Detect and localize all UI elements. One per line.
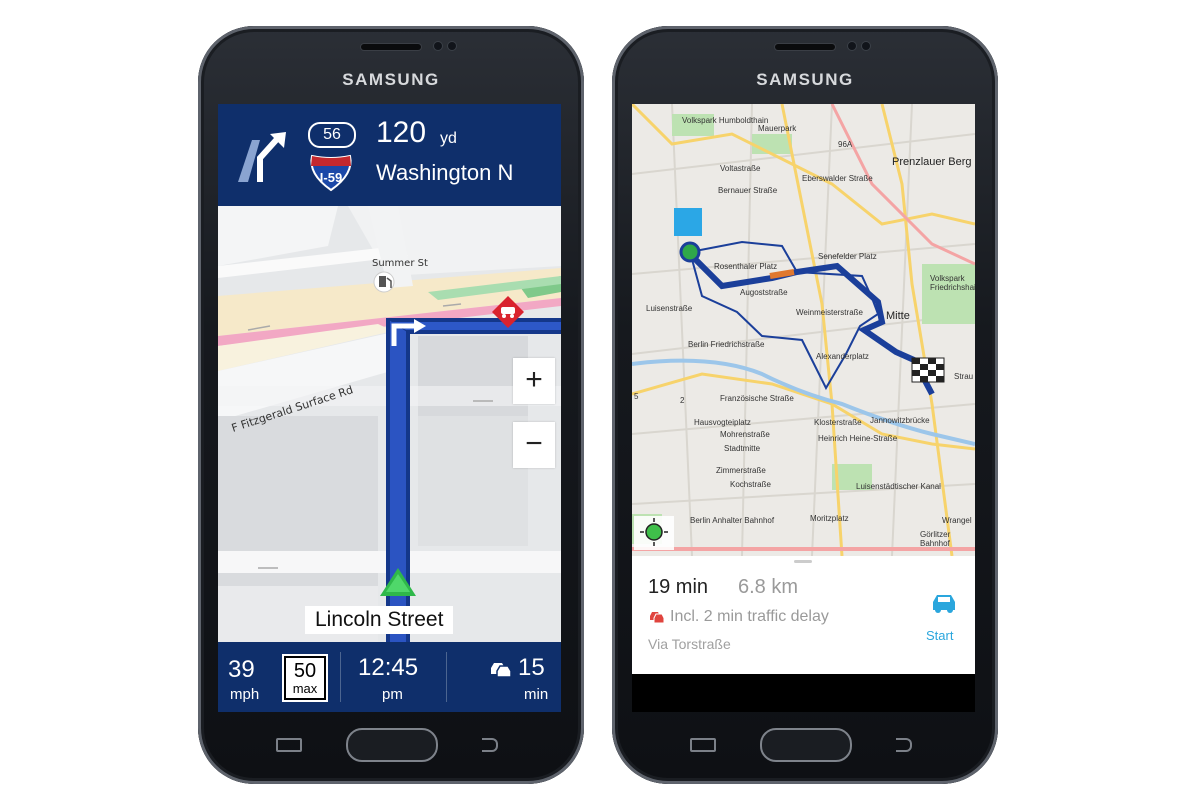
distance-unit: yd: [440, 130, 457, 147]
map-label: Berlin Friedrichstraße: [688, 340, 765, 349]
remaining-time-unit: min: [524, 686, 549, 703]
recent-apps-key[interactable]: [276, 738, 302, 752]
map-label: Mohrenstraße: [720, 430, 770, 439]
sheet-handle[interactable]: [794, 560, 812, 563]
start-marker-icon: [679, 241, 701, 263]
map-label: Senefelder Platz: [818, 252, 877, 261]
zoom-in-button[interactable]: +: [513, 358, 555, 404]
screen-bottom-bar: [632, 674, 975, 712]
map-label: Luisenstraße: [646, 304, 693, 313]
start-button[interactable]: Start: [926, 628, 953, 643]
map-label: Volkspark Humboldthain: [682, 116, 769, 125]
gas-station-icon: [373, 271, 395, 293]
map-label: Zimmerstraße: [716, 466, 766, 475]
zoom-out-button[interactable]: −: [513, 422, 555, 468]
current-speed: 39: [228, 656, 255, 683]
map-label: Moritzplatz: [810, 514, 849, 523]
stats-divider: [340, 652, 341, 702]
map-label: Voltastraße: [720, 164, 761, 173]
route-distance: 6.8 km: [738, 576, 799, 598]
home-button[interactable]: [760, 728, 852, 762]
speed-limit-value: 50: [293, 660, 317, 682]
arrival-clock: 12:45: [358, 654, 419, 681]
navigation-screen: 56 I-59 120 yd Washington N F Fitzgerald…: [218, 104, 561, 712]
turn-slight-left-icon: [238, 132, 286, 182]
map-label: Französische Straße: [720, 394, 794, 403]
map-label: Strau: [954, 372, 974, 381]
earpiece-speaker: [775, 44, 835, 50]
map-label: Bernauer Straße: [718, 186, 778, 195]
arrival-clock-unit: pm: [382, 686, 403, 703]
speed-unit: mph: [230, 686, 260, 703]
map-label: Mauerpark: [758, 124, 797, 133]
route-shield-56: 56: [308, 122, 356, 148]
traffic-car-icon: [491, 663, 512, 678]
start-pin-icon: [674, 208, 702, 236]
distance-value: 120: [376, 116, 427, 149]
phone-navigation: SAMSUNG 56 I-59 120 yd Washington N F Fi…: [198, 26, 584, 784]
next-street: Washington N: [376, 160, 514, 185]
remaining-time: 15: [518, 654, 545, 681]
proximity-sensor: [448, 42, 456, 50]
recent-apps-key[interactable]: [690, 738, 716, 752]
stats-divider: [446, 652, 447, 702]
map-label: Berlin Anhalter Bahnhof: [690, 516, 775, 525]
proximity-sensor: [862, 42, 870, 50]
map-label: 96A: [838, 140, 853, 149]
destination-flag-icon: [911, 357, 945, 383]
speed-limit-sign: 50 max: [284, 656, 326, 700]
route-duration: 19 min: [648, 576, 709, 598]
car-icon[interactable]: [930, 592, 958, 614]
map-label: Görlitzer Bahnhof: [920, 530, 951, 548]
map-label: Wrangel: [942, 516, 972, 525]
current-street-label: Lincoln Street: [305, 606, 454, 634]
front-camera: [848, 42, 856, 50]
back-key[interactable]: [482, 738, 498, 752]
map-label: Weinmeisterstraße: [796, 308, 863, 317]
map-label: Stadtmitte: [724, 444, 761, 453]
map-label: Augoststraße: [740, 288, 788, 297]
traffic-delay-text: Incl. 2 min traffic delay: [670, 608, 829, 625]
map-label: Heinrich Heine-Straße: [818, 434, 898, 443]
maneuver-banner: 56 I-59 120 yd Washington N: [218, 104, 561, 206]
street-label-summer: Summer St: [372, 258, 428, 269]
map-label: Mitte: [886, 310, 910, 322]
map-label: 5: [634, 392, 639, 401]
map-label: 2: [680, 396, 685, 405]
navigation-map[interactable]: F Fitzgerald Surface Rd Summer St: [218, 206, 561, 642]
speed-limit-unit: max: [292, 681, 318, 696]
trip-stats-bar: 39 mph 50 max 12:45 pm 15 min: [218, 642, 561, 712]
map-label: Rosenthaler Platz: [714, 262, 778, 271]
route-summary-sheet[interactable]: 19 min 6.8 km Incl. 2 min traffic delay …: [632, 556, 975, 674]
brand-logo: SAMSUNG: [756, 70, 854, 89]
map-label: Klosterstraße: [814, 418, 862, 427]
route-shield-i59: I-59: [319, 170, 343, 185]
front-camera: [434, 42, 442, 50]
map-label: Kochstraße: [730, 480, 771, 489]
route-via: Via Torstraße: [648, 636, 731, 652]
traffic-car-icon: [650, 612, 664, 624]
map-label: Hausvogteiplatz: [694, 418, 751, 427]
map-label: Luisenstädtischer Kanal: [856, 482, 941, 491]
map-label: Alexanderplatz: [816, 352, 869, 361]
back-key[interactable]: [896, 738, 912, 752]
home-button[interactable]: [346, 728, 438, 762]
map-label: Prenzlauer Berg: [892, 156, 972, 168]
phone-route-overview: SAMSUNG Volkspark Humboldthain Mauerpark…: [612, 26, 998, 784]
map-label: Volkspark Friedrichshain: [930, 274, 975, 292]
my-location-icon: [634, 516, 674, 550]
brand-logo: SAMSUNG: [342, 70, 440, 89]
earpiece-speaker: [361, 44, 421, 50]
map-label: Jannowitzbrücke: [870, 416, 930, 425]
route-overview-screen: Volkspark Humboldthain Mauerpark 96A Vol…: [632, 104, 975, 712]
map-label: Eberswalder Straße: [802, 174, 873, 183]
